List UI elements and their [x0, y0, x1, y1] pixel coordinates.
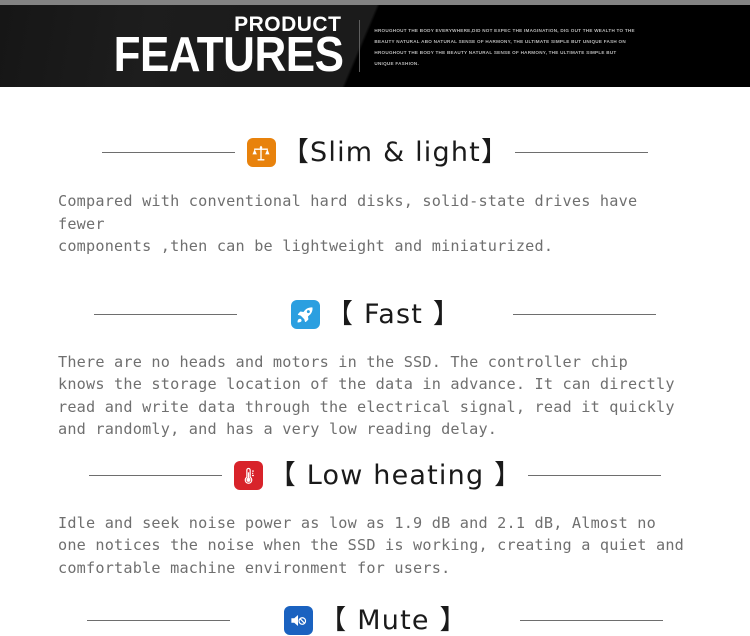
divider-line-right — [528, 474, 662, 476]
product-features-banner: PRODUCT FEATURES HROUGHOUT THE BODY EVER… — [0, 5, 750, 87]
section-body-fast: There are no heads and motors in the SSD… — [58, 352, 675, 439]
thermometer-icon — [233, 460, 263, 490]
divider-line-right — [513, 313, 657, 315]
heading-label: Slim & light — [310, 137, 481, 168]
bracket-open: 【 — [268, 459, 297, 491]
features-content: 【Slim & light】 Compared with conventiona… — [0, 138, 750, 635]
section-header-fast: 【 Fast 】 — [0, 299, 750, 329]
divider-line-left — [88, 474, 222, 476]
banner-subtext: HROUGHOUT THE BODY EVERYWHERE,DID NOT EX… — [374, 28, 635, 66]
section-heading-slim-light: 【Slim & light】 — [282, 139, 509, 166]
section-heading-low-heating: 【 Low heating 】 — [269, 462, 523, 489]
divider-line-left — [93, 313, 237, 315]
section-header-slim-light: 【Slim & light】 — [0, 138, 750, 167]
bracket-open: 【 — [325, 298, 355, 330]
banner-title-block: PRODUCT FEATURES — [114, 14, 344, 80]
bracket-close: 】 — [480, 137, 510, 168]
speaker-mute-icon — [284, 606, 314, 635]
heading-label: Mute — [347, 605, 440, 636]
rocket-icon — [290, 299, 320, 329]
section-heading-mute: 【 Mute 】 — [319, 607, 467, 634]
bracket-open: 【 — [319, 605, 348, 636]
divider-line-right — [515, 152, 649, 153]
heading-label: Fast — [354, 298, 433, 330]
bracket-close: 】 — [439, 605, 468, 636]
section-header-low-heating: 【 Low heating 】 — [0, 460, 750, 490]
section-header-mute: 【 Mute 】 — [0, 606, 750, 635]
divider-line-right — [519, 620, 663, 621]
section-body-slim-light: Compared with conventional hard disks, s… — [58, 192, 638, 255]
divider-line-left — [101, 152, 235, 153]
balance-scale-icon — [246, 138, 276, 167]
section-body-low-heating: Idle and seek noise power as low as 1.9 … — [58, 513, 685, 577]
bracket-close: 】 — [432, 298, 462, 330]
section-heading-fast: 【 Fast 】 — [326, 301, 461, 328]
banner-title-large: FEATURES — [113, 27, 344, 83]
bracket-close: 】 — [494, 459, 523, 491]
divider-line-left — [87, 620, 231, 621]
banner-vertical-divider — [359, 20, 361, 72]
bracket-open: 【 — [281, 137, 311, 168]
heading-label: Low heating — [296, 459, 495, 491]
